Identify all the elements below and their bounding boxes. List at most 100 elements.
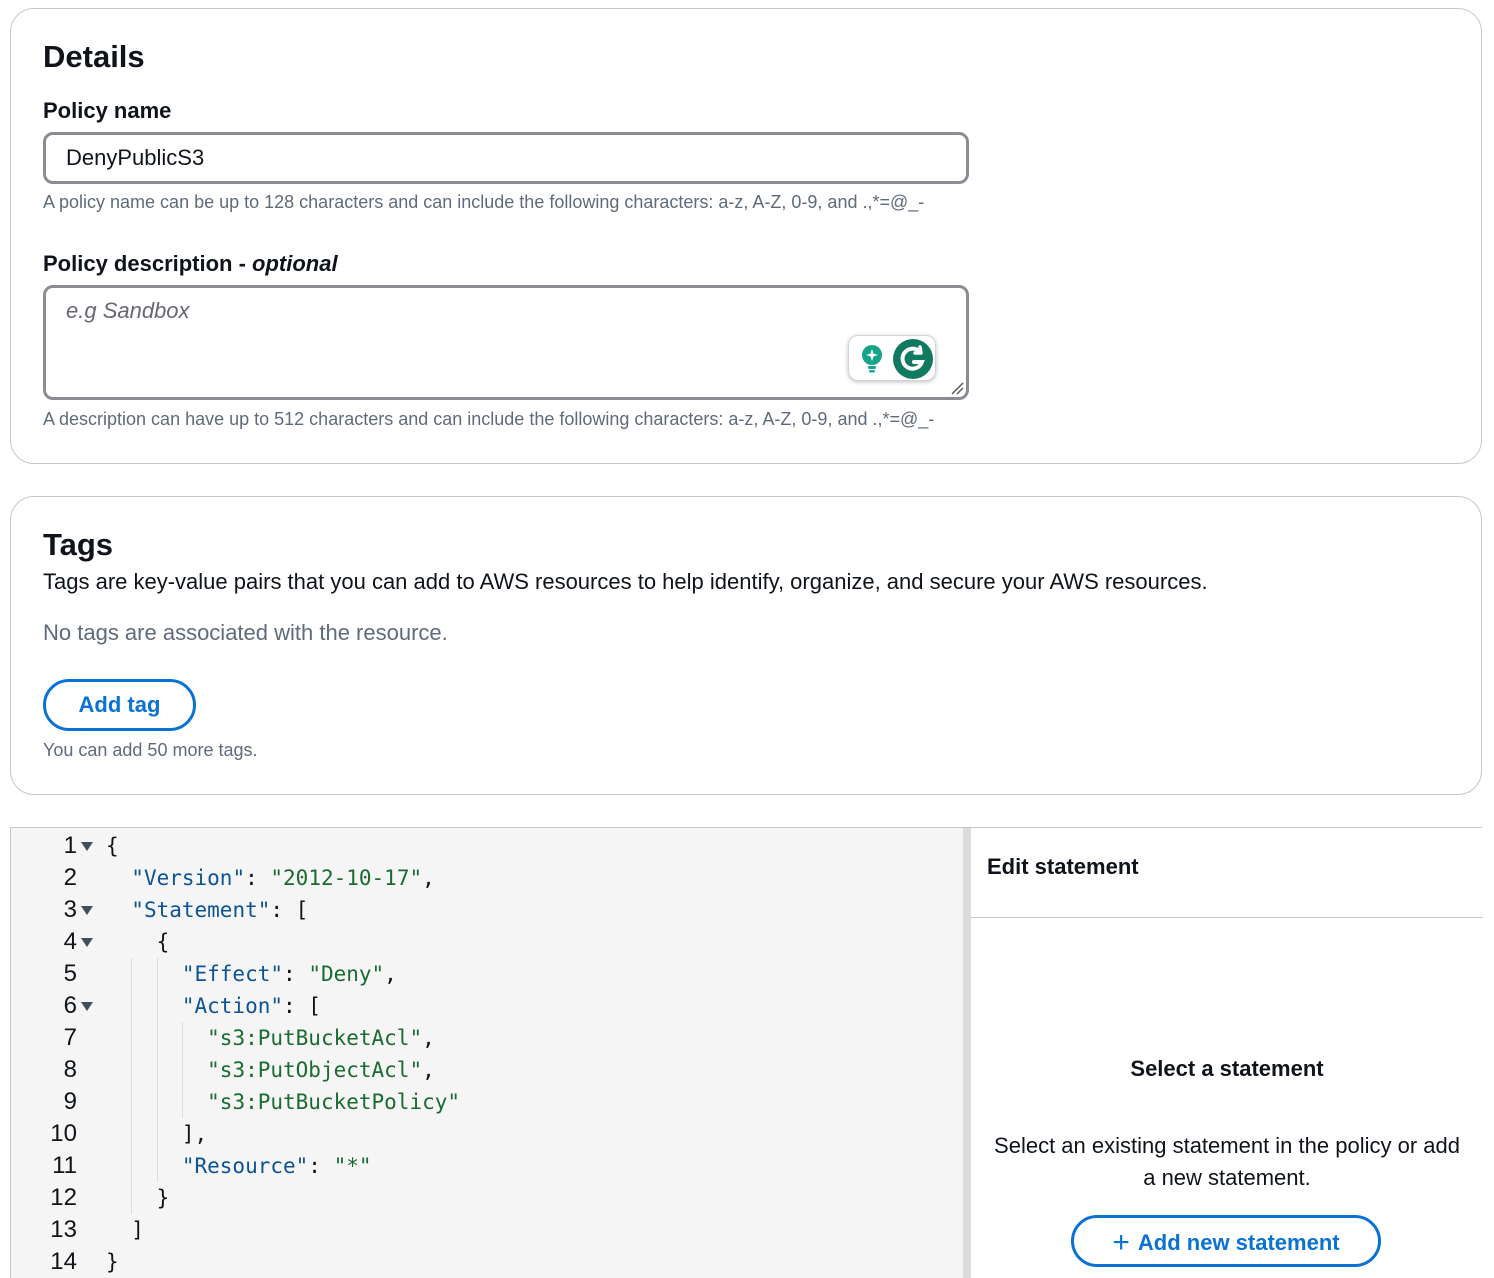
json-string: "s3:PutObjectAcl" [207,1058,423,1082]
json-punctuation: , [422,1026,435,1050]
add-tag-button[interactable]: Add tag [43,679,196,731]
json-key: "Effect" [181,962,284,986]
json-punctuation: : [ [283,994,321,1018]
indent-guide [181,1022,183,1118]
json-key: "Action" [181,994,284,1018]
line-number: 10 [50,1120,77,1147]
json-punctuation [106,994,182,1018]
code-line[interactable]: 7 "s3:PutBucketAcl", [11,1022,963,1054]
code-line[interactable]: 10 ], [11,1118,963,1150]
line-number: 7 [63,1024,77,1051]
json-punctuation: , [422,866,435,890]
line-number: 1 [63,832,77,859]
json-key: "Statement" [131,898,271,922]
json-punctuation: : [245,866,271,890]
policy-description-label-text: Policy description - [43,251,253,276]
add-new-statement-label: Add new statement [1137,1230,1340,1255]
json-editor[interactable]: 1{2 "Version": "2012-10-17", 3 "Statement… [11,828,963,1278]
code-text: "Resource": "*" [106,1150,372,1182]
json-punctuation: , [384,962,397,986]
line-number: 6 [63,992,77,1019]
json-string: "s3:PutBucketAcl" [207,1026,423,1050]
line-number: 11 [52,1152,77,1179]
json-key: "Resource" [181,1154,309,1178]
divider [971,917,1483,918]
json-punctuation: { [106,834,119,858]
json-punctuation: : [283,962,309,986]
tags-heading: Tags [43,527,114,562]
code-line[interactable]: 6 "Action": [ [11,990,963,1022]
code-line[interactable]: 2 "Version": "2012-10-17", [11,862,963,894]
policy-name-input[interactable]: DenyPublicS3 [43,132,969,184]
grammarly-widget[interactable] [848,335,936,381]
line-number: 13 [50,1216,77,1243]
code-line[interactable]: 9 "s3:PutBucketPolicy" [11,1086,963,1118]
code-line[interactable]: 8 "s3:PutObjectAcl", [11,1054,963,1086]
code-text: "s3:PutBucketAcl", [106,1022,435,1054]
line-number: 5 [63,960,77,987]
json-punctuation: ] [106,1218,144,1242]
code-line[interactable]: 1{ [11,830,963,862]
description-placeholder: e.g Sandbox [66,298,190,323]
fold-toggle-icon[interactable] [81,842,93,851]
plus-icon: + [1112,1226,1130,1259]
json-string: "2012-10-17" [270,866,423,890]
policy-description-textarea[interactable]: e.g Sandbox [43,285,969,400]
lightbulb-icon [862,345,882,373]
tags-remaining-text: You can add 50 more tags. [43,740,258,760]
code-line[interactable]: 4 { [11,926,963,958]
code-text: } [106,1182,170,1214]
line-number: 12 [50,1184,77,1211]
code-line[interactable]: 3 "Statement": [ [11,894,963,926]
fold-toggle-icon[interactable] [81,938,93,947]
code-text: "Statement": [ [106,894,308,926]
line-number: 14 [50,1248,77,1275]
fold-toggle-icon[interactable] [81,1002,93,1011]
json-string: "s3:PutBucketPolicy" [207,1090,461,1114]
json-punctuation [106,1154,182,1178]
policy-description-label: Policy description - optional [43,251,338,277]
tags-container: Tags Tags are key-value pairs that you c… [10,496,1482,795]
code-line[interactable]: 13 ] [11,1214,963,1246]
json-punctuation: { [106,930,170,954]
json-punctuation [106,898,131,922]
tags-empty-text: No tags are associated with the resource… [43,620,448,645]
code-text: "Action": [ [106,990,321,1022]
policy-name-hint: A policy name can be up to 128 character… [43,192,925,212]
code-line[interactable]: 11 "Resource": "*" [11,1150,963,1182]
details-heading: Details [43,39,145,74]
code-text: "Effect": "Deny", [106,958,397,990]
select-statement-description: Select an existing statement in the poli… [994,1133,1460,1190]
statement-panel: Edit statement Select a statement Select… [971,828,1483,1278]
code-text: ] [106,1214,144,1246]
line-number: 8 [63,1056,77,1083]
json-key: "Version" [131,866,246,890]
json-punctuation: , [422,1058,435,1082]
code-line[interactable]: 12 } [11,1182,963,1214]
code-text: "s3:PutBucketPolicy" [106,1086,460,1118]
json-punctuation: : [308,1154,334,1178]
code-line[interactable]: 5 "Effect": "Deny", [11,958,963,990]
code-text: "s3:PutObjectAcl", [106,1054,435,1086]
policy-name-label: Policy name [43,98,172,123]
select-statement-title: Select a statement [1130,1056,1324,1081]
line-number: 4 [63,928,77,955]
add-new-statement-button[interactable]: + Add new statement [1071,1215,1381,1267]
optional-label: optional [252,251,338,276]
json-punctuation [106,962,182,986]
editor-divider[interactable] [963,828,971,1278]
tags-description: Tags are key-value pairs that you can ad… [43,569,1208,594]
line-number: 3 [63,896,77,923]
json-punctuation: } [106,1186,170,1210]
grammarly-icon[interactable] [893,339,933,379]
code-text: { [106,926,170,958]
line-number: 2 [63,864,77,891]
json-string: "*" [333,1154,372,1178]
indent-guide [131,958,133,1214]
code-text: { [106,830,119,862]
policy-editor: 1{2 "Version": "2012-10-17", 3 "Statement… [10,827,1483,1278]
json-punctuation [106,866,131,890]
fold-toggle-icon[interactable] [81,906,93,915]
resize-handle-icon[interactable] [950,381,964,395]
code-line[interactable]: 14} [11,1246,963,1278]
